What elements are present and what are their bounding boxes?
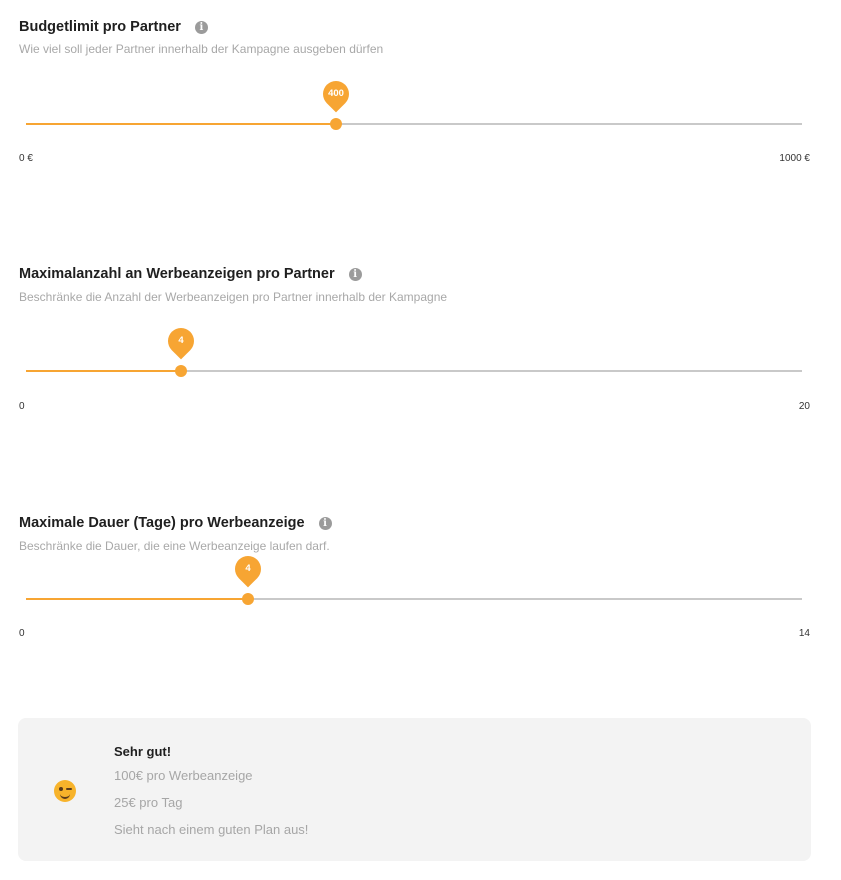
section-subtitle: Beschränke die Dauer, die eine Werbeanze… xyxy=(19,539,330,553)
section-title: Maximalanzahl an Werbeanzeigen pro Partn… xyxy=(19,266,335,282)
summary-line: Sieht nach einem guten Plan aus! xyxy=(114,822,309,837)
value-bubble-label: 4 xyxy=(245,563,251,574)
budget-slider[interactable]: 400 xyxy=(26,75,802,134)
title-row: Budgetlimit pro Partner i xyxy=(19,19,208,35)
slider-max-label: 14 xyxy=(798,628,810,639)
slider-min-label: 0 € xyxy=(19,153,33,164)
winking-face-icon xyxy=(54,780,76,802)
slider-fill xyxy=(26,598,248,600)
emoji-eye xyxy=(59,787,63,791)
emoji-mouth xyxy=(60,792,70,799)
summary-title: Sehr gut! xyxy=(114,744,172,759)
summary-line: 25€ pro Tag xyxy=(114,795,183,810)
slider-thumb[interactable] xyxy=(175,365,187,377)
slider-min-label: 0 xyxy=(19,401,25,412)
slider-thumb[interactable] xyxy=(242,593,254,605)
section-title: Maximale Dauer (Tage) pro Werbeanzeige xyxy=(19,515,305,531)
slider-thumb[interactable] xyxy=(330,118,342,130)
section-title: Budgetlimit pro Partner xyxy=(19,19,181,35)
summary-line: 100€ pro Werbeanzeige xyxy=(114,768,253,783)
title-row: Maximalanzahl an Werbeanzeigen pro Partn… xyxy=(19,266,362,282)
slider-fill xyxy=(26,370,181,372)
slider-max-label: 20 xyxy=(798,401,810,412)
emoji-wink xyxy=(66,788,72,790)
summary-card: Sehr gut! 100€ pro Werbeanzeige 25€ pro … xyxy=(18,718,811,861)
section-subtitle: Wie viel soll jeder Partner innerhalb de… xyxy=(19,42,384,56)
slider-fill xyxy=(26,123,336,125)
max-ads-slider[interactable]: 4 xyxy=(26,322,802,381)
info-icon[interactable]: i xyxy=(348,267,362,281)
slider-min-label: 0 xyxy=(19,628,25,639)
max-duration-slider[interactable]: 4 xyxy=(26,550,802,609)
value-bubble-label: 4 xyxy=(178,335,184,346)
info-icon[interactable]: i xyxy=(318,516,332,530)
title-row: Maximale Dauer (Tage) pro Werbeanzeige i xyxy=(19,515,332,531)
value-bubble-label: 400 xyxy=(328,88,344,99)
section-subtitle: Beschränke die Anzahl der Werbeanzeigen … xyxy=(19,290,448,304)
slider-max-label: 1000 € xyxy=(779,153,810,164)
info-icon[interactable]: i xyxy=(194,20,208,34)
